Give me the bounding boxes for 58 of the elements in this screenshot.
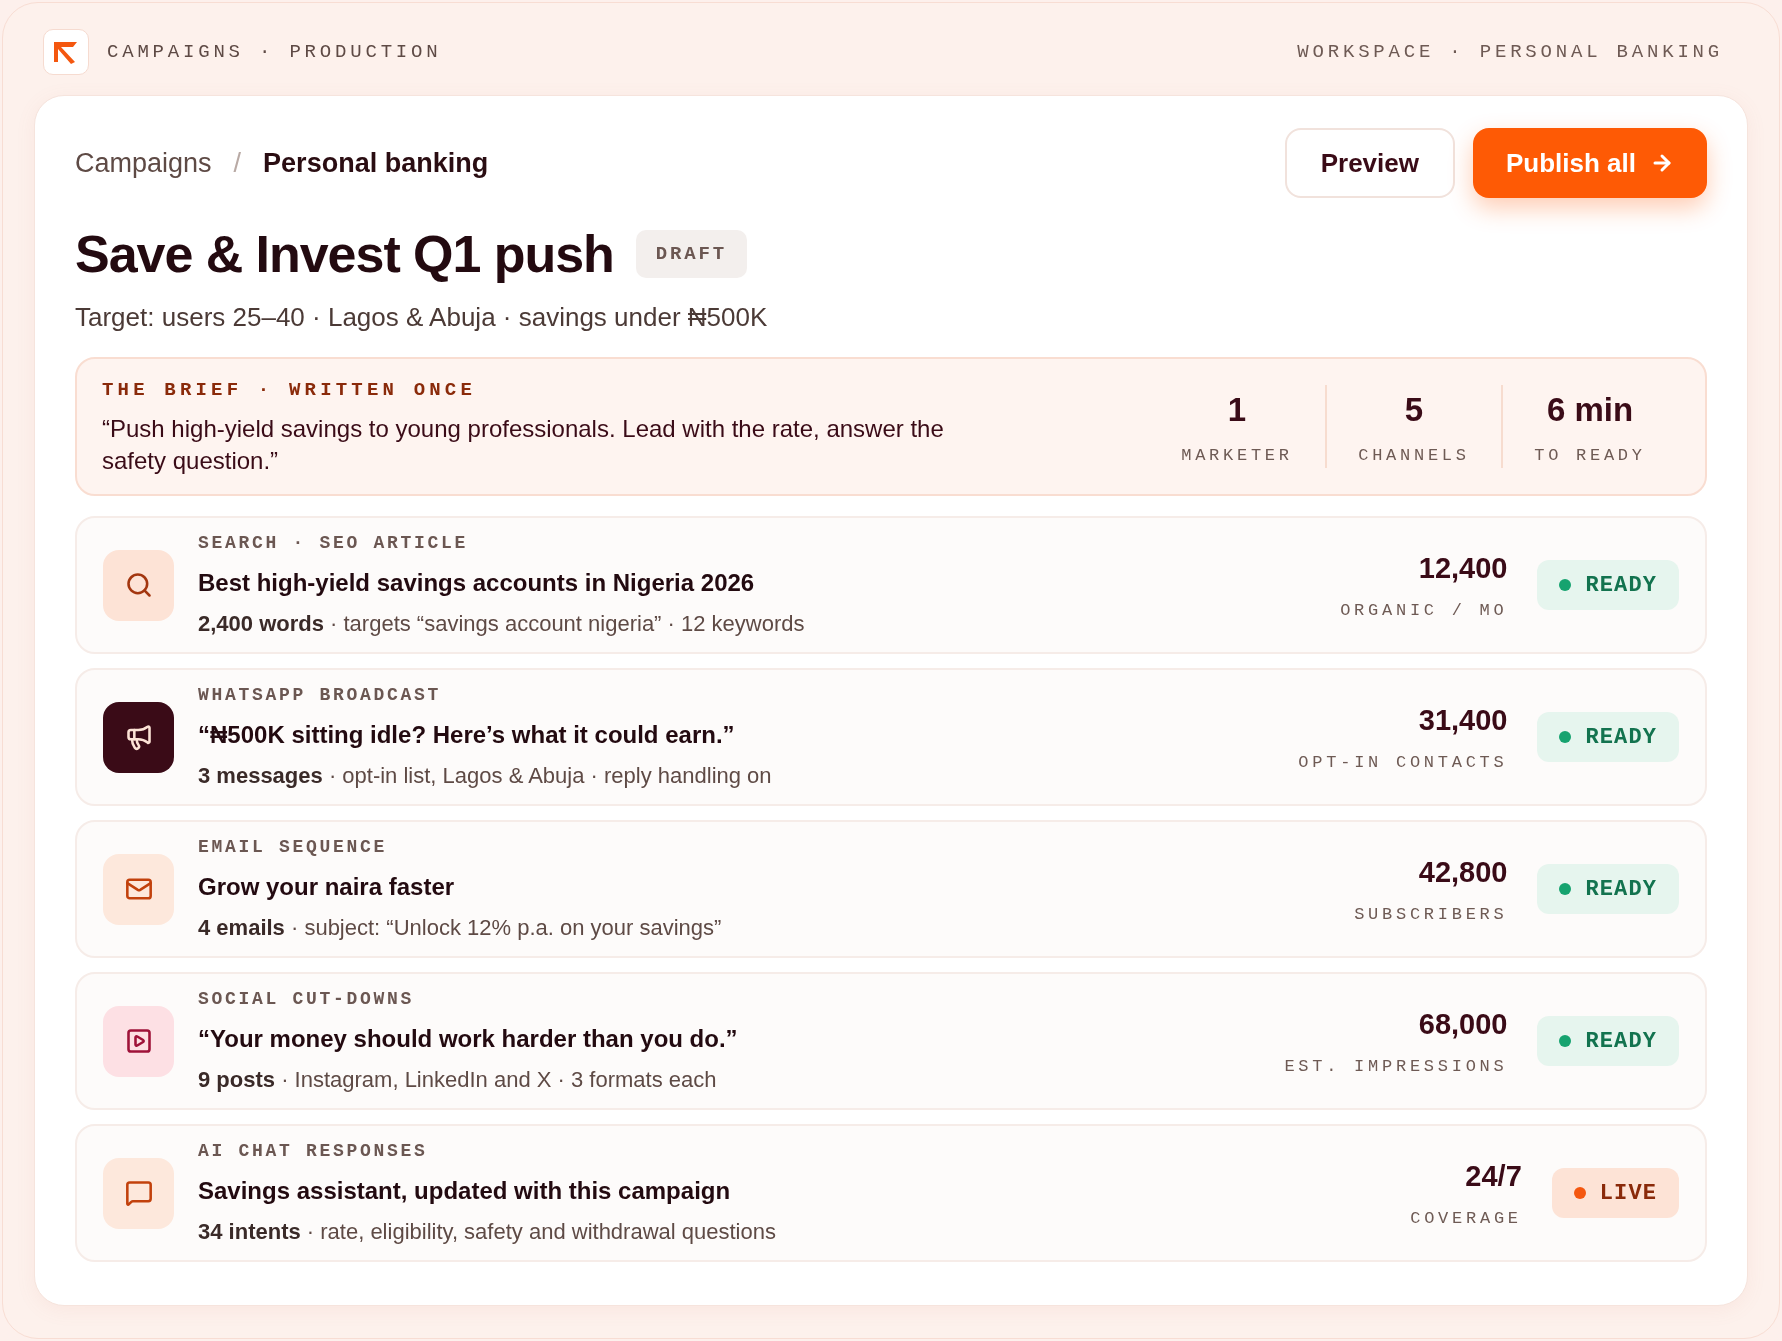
metric-label: EST. IMPRESSIONS [1284,1056,1508,1078]
play-icon [103,1005,174,1077]
metric-value: 24/7 [1465,1158,1522,1194]
metric-value: 68,000 [1418,1006,1508,1042]
campaign-subtitle: Target: users 25–40 · Lagos & Abuja · savings under ₦500K [75,301,769,334]
channel-title: Savings assistant, updated with this campaign [198,1176,732,1206]
brief-text: “Push high-yield savings to young professionals. Lead with the rate, answer the safety question.” [102,413,945,476]
status-badge: READY [1537,560,1679,610]
channel-category: AI CHAT RESPONSES [198,1140,429,1163]
channel-category: SOCIAL CUT-DOWNS [198,988,416,1011]
channel-meta: 9 posts · Instagram, LinkedIn and X · 3 formats each [198,1066,718,1094]
channel-card[interactable]: SEARCH · SEO ARTICLE Best high-yield savings accounts in Nigeria 2026 2,400 words · targets “savings account nigeria” · 12 keywords 12,400 ORGANIC / MO READY [75,516,1707,654]
megaphone-icon [103,701,174,773]
stat-label: TO READY [1534,444,1646,467]
brief-label: THE BRIEF · WRITTEN ONCE [102,378,477,404]
metric-label: OPT-IN CONTACTS [1298,752,1508,774]
channel-meta: 2,400 words · targets “savings account nigeria” · 12 keywords [198,610,806,638]
chat-bubble-icon [103,1157,174,1229]
channel-card[interactable]: AI CHAT RESPONSES Savings assistant, updated with this campaign 34 intents · rate, eligibility, safety and withdrawal questions 24/7 COVERAGE LIVE [75,1124,1707,1262]
logo-icon [43,29,89,75]
campaign-title: Save & Invest Q1 push [75,224,614,285]
stat-label: MARKETER [1181,444,1293,467]
channel-meta: 4 emails · subject: “Unlock 12% p.a. on your savings” [198,914,723,942]
channel-category: EMAIL SEQUENCE [198,836,389,859]
channel-card[interactable]: WHATSAPP BROADCAST “₦500K sitting idle? Here’s what it could earn.” 3 messages · opt-in list, Lagos & Abuja · reply handling on 31,400 OPT-IN CONTACTS READY [75,668,1707,806]
stat-value: 5 [1404,390,1424,430]
channel-meta: 3 messages · opt-in list, Lagos & Abuja · reply handling on [198,762,773,790]
stat-label: CHANNELS [1358,444,1470,467]
channel-card[interactable]: EMAIL SEQUENCE Grow your naira faster 4 emails · subject: “Unlock 12% p.a. on your savings” 42,800 SUBSCRIBERS READY [75,820,1707,958]
breadcrumb-separator: / [233,146,242,180]
channel-title: “Your money should work harder than you do.” [198,1024,739,1054]
search-icon [103,549,174,621]
status-badge: READY [1537,712,1679,762]
channel-meta: 34 intents · rate, eligibility, safety and withdrawal questions [198,1218,777,1246]
envelope-icon [103,853,174,925]
status-badge: READY [1537,864,1679,914]
workspace-label: WORKSPACE · PERSONAL BANKING [1297,39,1723,65]
stat-value: 1 [1227,390,1247,430]
preview-button[interactable]: Preview [1284,128,1455,198]
channel-title: Best high-yield savings accounts in Nigeria 2026 [198,568,756,598]
breadcrumb-label: CAMPAIGNS · PRODUCTION [107,39,442,65]
breadcrumb-current: Personal banking [263,146,489,180]
channel-title: “₦500K sitting idle? Here’s what it could earn.” [198,720,736,750]
channel-category: SEARCH · SEO ARTICLE [198,532,470,555]
breadcrumb-link[interactable]: Campaigns [75,142,212,184]
draft-badge: DRAFT [635,229,748,279]
status-badge: READY [1537,1016,1679,1066]
metric-label: SUBSCRIBERS [1354,904,1508,926]
metric-value: 31,400 [1418,702,1508,738]
status-badge: LIVE [1551,1168,1679,1218]
metric-value: 42,800 [1418,854,1508,890]
channel-category: WHATSAPP BROADCAST [198,684,443,707]
metric-label: COVERAGE [1410,1208,1522,1230]
stat-value: 6 min [1546,390,1634,430]
metric-label: ORGANIC / MO [1340,600,1508,622]
metric-value: 12,400 [1418,550,1508,586]
channel-title: Grow your naira faster [198,872,456,902]
channel-card[interactable]: SOCIAL CUT-DOWNS “Your money should work harder than you do.” 9 posts · Instagram, LinkedIn and X · 3 formats each 68,000 EST. IMPRESSIONS READY [75,972,1707,1110]
